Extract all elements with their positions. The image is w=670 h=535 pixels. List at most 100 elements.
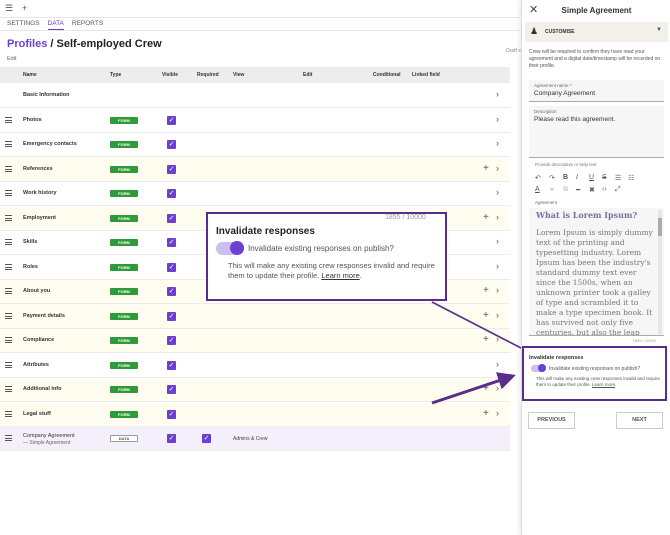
chevron-right-icon[interactable]: › [496,383,499,393]
row-name: Basic Information [23,92,70,98]
next-button[interactable]: NEXT [616,412,663,429]
panel-learn-more-link[interactable]: Learn more [592,382,615,387]
chevron-right-icon[interactable]: › [496,334,499,344]
plus-icon[interactable]: + [22,3,27,13]
undo-icon[interactable]: ↶ [535,174,541,182]
drag-handle-icon[interactable] [5,239,12,245]
drag-handle-icon[interactable] [5,435,12,441]
drag-handle-icon[interactable] [5,165,12,172]
code-icon[interactable]: ‹› [602,186,607,193]
invalidate-toggle[interactable] [216,241,244,255]
callout-title: Invalidate responses [216,226,315,237]
agreement-text-area[interactable]: What is Lorem Ipsum? Lorem Ipsum is simp… [529,208,664,336]
learn-more-link[interactable]: Learn more [321,271,359,280]
bold-icon[interactable]: B [563,174,568,181]
plus-icon[interactable]: + [483,408,489,419]
horizontal-rule-icon[interactable]: ━ [576,186,580,194]
plus-icon[interactable]: + [483,163,489,174]
visible-checkbox[interactable]: ✓ [167,213,176,223]
divider [0,30,520,31]
previous-button[interactable]: PREVIOUS [528,412,575,429]
table-row[interactable]: Attributes FORM ✓ › [0,353,510,378]
drag-handle-icon[interactable] [5,214,12,221]
visible-checkbox[interactable]: ✓ [167,238,176,247]
unlink-icon[interactable]: ⧉ [563,186,568,194]
chevron-right-icon[interactable]: › [496,359,499,369]
drag-handle-icon[interactable] [5,312,12,319]
visible-checkbox[interactable]: ✓ [167,140,176,149]
table-row[interactable]: Legal stuff FORM ✓ + › [0,402,510,427]
text-color-icon[interactable]: A [535,186,540,193]
visible-checkbox[interactable]: ✓ [167,115,176,125]
drag-handle-icon[interactable] [5,263,12,270]
chevron-right-icon[interactable]: › [496,285,499,295]
visible-checkbox[interactable]: ✓ [167,311,176,321]
visible-checkbox[interactable]: ✓ [167,262,176,272]
visible-checkbox[interactable]: ✓ [167,385,176,394]
chevron-right-icon[interactable]: › [496,187,499,197]
chevron-right-icon[interactable]: › [496,138,499,148]
clear-format-icon[interactable]: ✖ [589,186,595,194]
drag-handle-icon[interactable] [5,141,12,147]
table-row-selected[interactable]: Company Agreement — Simple Agreement DATA ✓… [0,427,510,451]
link-icon[interactable]: ⚭ [549,186,555,194]
plus-icon[interactable]: + [483,285,489,296]
chevron-right-icon[interactable]: › [496,114,499,124]
visible-checkbox[interactable]: ✓ [167,336,176,345]
plus-icon[interactable]: + [483,334,489,345]
table-row[interactable]: Additional info FORM ✓ + › [0,378,510,402]
chevron-right-icon[interactable]: › [496,89,499,99]
plus-icon[interactable]: + [483,310,489,321]
edit-link[interactable]: Edit [7,56,16,62]
tab-reports[interactable]: REPORTS [72,20,103,30]
chevron-right-icon[interactable]: › [496,163,499,173]
strikethrough-icon[interactable]: S [602,174,607,181]
tab-bar: SETTINGS DATA REPORTS [7,20,103,30]
table-row[interactable]: Work history FORM ✓ › [0,182,510,206]
drag-handle-icon[interactable] [5,190,12,196]
table-row[interactable]: Payment details FORM ✓ + › [0,304,510,329]
drag-handle-icon[interactable] [5,288,12,294]
invalidate-description: This will make any existing crew respons… [536,376,666,388]
chevron-right-icon[interactable]: › [496,261,499,271]
fullscreen-icon[interactable]: ⤢ [615,186,621,194]
breadcrumb-profiles[interactable]: Profiles [7,38,47,50]
table-row[interactable]: References FORM ✓ + › [0,157,510,182]
visible-checkbox[interactable]: ✓ [167,360,176,370]
customise-dropdown[interactable]: ♟ CUSTOMISE ▼ [525,22,668,42]
visible-checkbox[interactable]: ✓ [167,189,176,198]
table-row[interactable]: Compliance FORM ✓ + › [0,329,510,353]
visible-checkbox[interactable]: ✓ [167,434,176,443]
table-row[interactable]: Photos FORM ✓ › [0,108,510,133]
visible-checkbox[interactable]: ✓ [167,287,176,296]
visible-checkbox[interactable]: ✓ [167,164,176,174]
plus-icon[interactable]: + [483,212,489,223]
col-conditional: Conditional [373,72,401,78]
chevron-right-icon[interactable]: › [496,236,499,246]
visible-checkbox[interactable]: ✓ [167,409,176,419]
agreement-name-field[interactable]: Agreement name * Company Agreement [529,80,664,102]
numbered-list-icon[interactable]: ☷ [628,174,634,182]
table-row[interactable]: Basic Information › [0,84,510,108]
tab-data[interactable]: DATA [47,20,64,30]
editor-scrollbar[interactable] [658,210,662,334]
description-field[interactable]: Description Please read this agreement. [529,106,664,158]
required-checkbox[interactable]: ✓ [202,434,211,443]
bullet-list-icon[interactable]: ☰ [615,174,621,182]
italic-icon[interactable]: I [576,174,578,181]
hamburger-icon[interactable]: ☰ [5,3,13,14]
drag-handle-icon[interactable] [5,116,12,123]
invalidate-panel-toggle[interactable] [531,364,546,372]
plus-icon[interactable]: + [483,383,489,394]
drag-handle-icon[interactable] [5,361,12,368]
underline-icon[interactable]: U [589,174,594,181]
table-row[interactable]: Emergency contacts FORM ✓ › [0,133,510,157]
chevron-right-icon[interactable]: › [496,212,499,222]
chevron-right-icon[interactable]: › [496,408,499,418]
drag-handle-icon[interactable] [5,410,12,417]
tab-settings[interactable]: SETTINGS [7,20,40,30]
drag-handle-icon[interactable] [5,386,12,392]
redo-icon[interactable]: ↷ [549,174,555,182]
chevron-right-icon[interactable]: › [496,310,499,320]
drag-handle-icon[interactable] [5,337,12,343]
